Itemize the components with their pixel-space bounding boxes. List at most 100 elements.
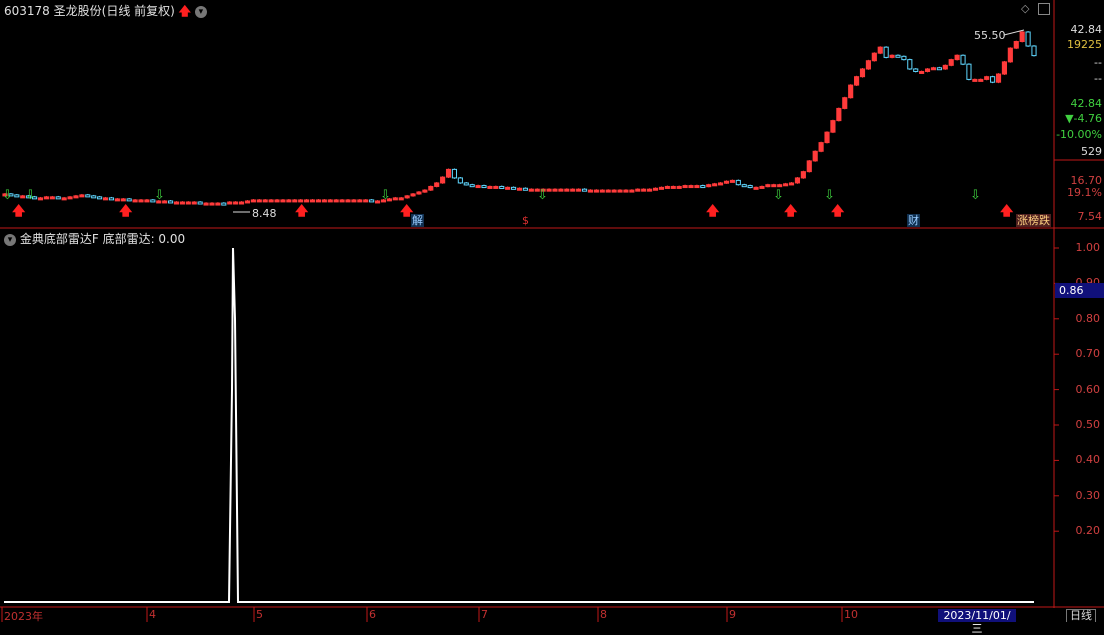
candle-body: [505, 186, 511, 190]
candle-body: [735, 179, 741, 186]
candle-body: [759, 185, 765, 189]
candle-body: [581, 188, 588, 192]
x-axis-label: 6: [369, 608, 376, 621]
pct-value: -10.00%: [1056, 128, 1102, 141]
candle-body: [339, 199, 345, 203]
candle-body: [765, 184, 771, 188]
buy-signal-icon: ⇩: [824, 188, 835, 203]
candle-body: [244, 200, 251, 204]
candle-body: [114, 198, 120, 202]
candle-body: [126, 198, 132, 202]
candle-body: [552, 188, 558, 192]
candle-body: [392, 197, 398, 201]
candle-body: [357, 199, 363, 203]
candle-body: [564, 188, 570, 192]
period-tab[interactable]: 日线: [1066, 609, 1096, 622]
candle-body: [108, 197, 115, 201]
chart-title: 603178 圣龙股份(日线 前复权) 🡅 ▾: [4, 2, 207, 23]
event-marker-unlock[interactable]: 解: [411, 214, 424, 227]
candle-body: [641, 188, 647, 192]
sell-signal-icon: 🡅: [295, 204, 309, 219]
candle-body: [871, 52, 877, 62]
candle-body: [1001, 61, 1008, 75]
candle-body: [800, 171, 806, 179]
candle-body: [1031, 45, 1037, 57]
candle-body: [658, 186, 665, 190]
candle-body: [120, 198, 126, 202]
high-price-label: 55.50: [974, 29, 1006, 42]
candle-body: [481, 185, 487, 189]
y-axis-label: 0.70: [1075, 347, 1101, 361]
collapse-icon[interactable]: ▾: [4, 233, 16, 246]
cursor-date: 2023/11/01/三: [938, 609, 1016, 635]
event-marker-ranking[interactable]: 涨榜跌: [1016, 214, 1051, 227]
candle-body: [91, 195, 97, 199]
candle-body: [688, 185, 694, 189]
candle-body: [859, 68, 866, 78]
candle-body: [268, 199, 274, 203]
collapse-icon[interactable]: ▾: [194, 5, 207, 18]
candle-body: [623, 189, 629, 193]
candle-body: [79, 194, 85, 198]
y-axis-label: 0.20: [1075, 524, 1101, 538]
diamond-icon[interactable]: ◇: [1021, 2, 1029, 15]
candle-body: [280, 199, 286, 203]
candle-body: [292, 199, 298, 203]
candle-body: [173, 201, 180, 205]
buy-signal-icon: ⇩: [773, 188, 784, 203]
candle-body: [664, 185, 670, 189]
volume-value: 19225: [1067, 38, 1102, 51]
candle-body: [191, 201, 197, 205]
sell-signal-icon: 🡅: [706, 204, 720, 219]
event-marker-finance[interactable]: 财: [907, 214, 920, 227]
candle-body: [629, 189, 635, 193]
candle-body: [227, 201, 233, 205]
candle-body: [818, 142, 824, 152]
candle-body: [972, 78, 978, 82]
red-up-arrow-icon[interactable]: 🡅: [179, 4, 191, 18]
candle-body: [883, 46, 889, 58]
candle-body: [830, 120, 836, 133]
candle-body: [812, 150, 818, 162]
candle-body: [729, 179, 735, 183]
y-label-2: 19.1%: [1067, 186, 1102, 199]
buy-signal-icon: ⇩: [2, 188, 13, 203]
candle-body: [369, 199, 375, 203]
candle-body: [215, 202, 221, 206]
candle-body: [848, 84, 854, 99]
candle-body: [85, 194, 91, 198]
candle-body: [457, 177, 463, 184]
candle-body: [783, 183, 789, 187]
event-marker-dollar[interactable]: $: [521, 214, 530, 227]
price-current: 42.84: [1070, 97, 1103, 110]
candle-body: [451, 168, 458, 179]
candle-body: [706, 184, 712, 188]
candle-body: [43, 196, 49, 200]
y-axis-label: 1.00: [1075, 241, 1101, 254]
x-axis-label: 9: [729, 608, 736, 621]
candle-body: [73, 195, 79, 199]
scroll-box-icon[interactable]: [1038, 3, 1050, 15]
change-value: ▼-4.76: [1065, 112, 1102, 125]
candle-body: [250, 199, 256, 203]
candle-body: [309, 199, 316, 203]
candle-body: [806, 160, 812, 173]
candle-body: [528, 188, 534, 192]
candle-body: [747, 185, 753, 189]
candle-body: [434, 182, 440, 187]
candle-body: [315, 199, 322, 203]
candle-body: [635, 188, 641, 192]
stock-code: 603178: [4, 4, 50, 18]
candle-body: [984, 76, 990, 80]
candle-body: [516, 187, 523, 191]
buy-signal-icon: ⇩: [970, 188, 981, 203]
candle-body: [682, 185, 688, 189]
candle-body: [960, 54, 966, 65]
candle-body: [493, 185, 499, 189]
candle-body: [670, 185, 676, 189]
candle-body: [966, 63, 972, 80]
candle-body: [587, 189, 594, 193]
candle-body: [298, 199, 304, 203]
candle-body: [777, 184, 783, 188]
candle-body: [345, 199, 351, 203]
